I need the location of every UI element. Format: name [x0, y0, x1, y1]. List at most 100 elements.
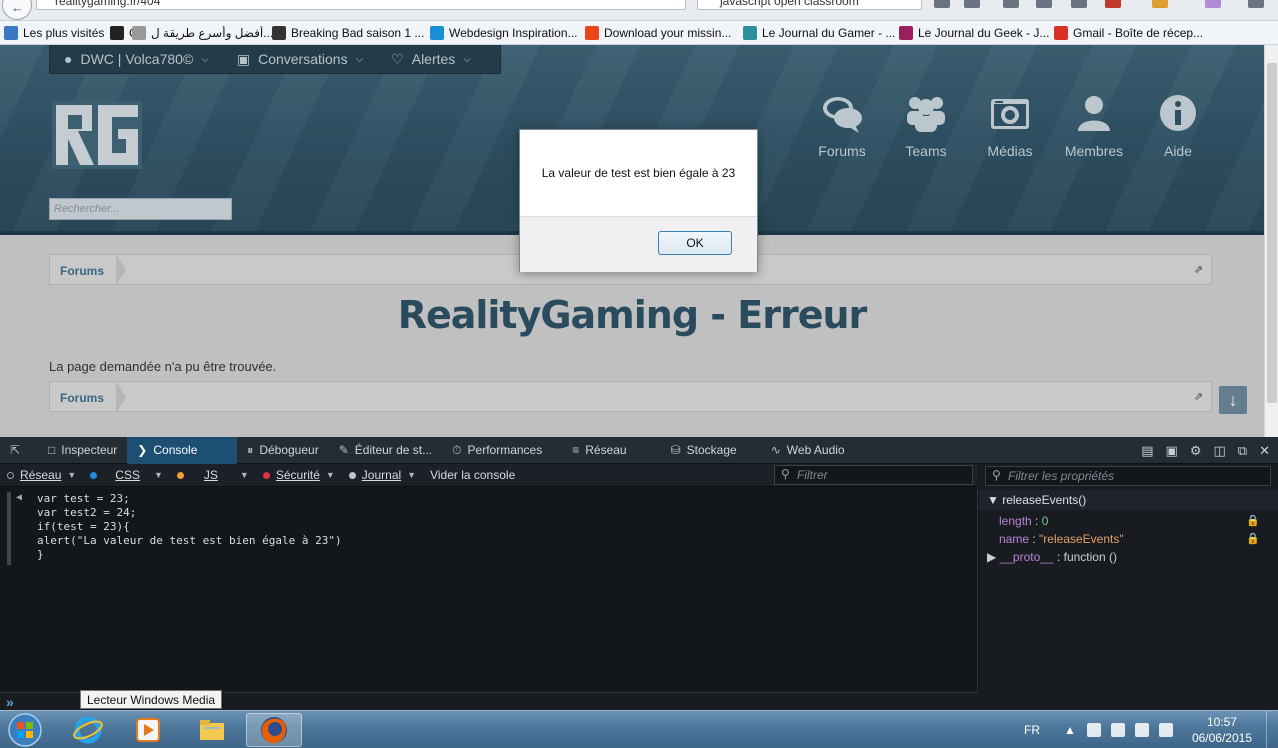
bookmark-label: Le Journal du Gamer - ...: [762, 25, 896, 40]
chevron-down-icon: ▼: [325, 470, 335, 480]
pick-element-button[interactable]: ⇱: [0, 437, 38, 464]
tab-console[interactable]: ❯ Console: [127, 436, 238, 464]
pick-element-icon: ⇱: [10, 443, 21, 457]
start-button[interactable]: [5, 711, 45, 748]
performance-icon: ⏱: [452, 442, 462, 457]
tab-storage[interactable]: ⛁ Stockage: [661, 437, 761, 464]
bookmark-item[interactable]: Breaking Bad saison 1 ...: [272, 25, 430, 40]
filter-security[interactable]: Sécurité ▼: [256, 468, 342, 482]
search-icon: ⚲: [781, 467, 790, 481]
clock[interactable]: 10:57 06/06/2015: [1192, 714, 1252, 746]
console-filter-placeholder: Filtrer: [797, 468, 828, 482]
bookmark-item[interactable]: Le Journal du Geek - J...: [899, 25, 1054, 40]
tab-web-audio[interactable]: ∿ Web Audio: [761, 437, 855, 464]
props-header-label: releaseEvents(): [1002, 493, 1087, 507]
taskbar-internet-explorer[interactable]: [60, 713, 116, 747]
downloads-icon[interactable]: [1003, 0, 1019, 8]
bookmark-label: Le Journal du Geek - J...: [918, 25, 1050, 40]
bookmark-label: Gmail - Boîte de récep...: [1073, 25, 1204, 40]
menu-icon[interactable]: [1248, 0, 1264, 8]
browser-toolbar: realitygaming.fr/404 javascript open cla…: [0, 0, 1278, 21]
properties-filter-placeholder: Filtrer les propriétés: [1008, 469, 1115, 483]
console-output[interactable]: ◀ var test = 23; var test2 = 24; if(test…: [0, 487, 978, 692]
tab-debugger-label: Débogueur: [259, 443, 319, 457]
tab-performance[interactable]: ⏱ Performances: [442, 437, 552, 464]
tab-storage-label: Stockage: [686, 443, 737, 457]
tab-console-label: Console: [153, 443, 198, 457]
properties-filter-input[interactable]: ⚲ Filtrer les propriétés: [985, 466, 1271, 486]
bookmark-label: Les plus visités: [23, 25, 105, 40]
tab-style-editor[interactable]: ✎ Éditeur de st...: [329, 437, 442, 464]
star-icon[interactable]: [934, 0, 950, 8]
bookmark-item[interactable]: Gmail - Boîte de récep...: [1054, 25, 1204, 40]
filter-journal[interactable]: Journal ▼: [342, 468, 423, 482]
bookmark-label: Webdesign Inspiration...: [449, 25, 578, 40]
close-icon[interactable]: ✕: [1259, 443, 1270, 459]
volume-icon[interactable]: [1134, 723, 1149, 737]
bookmark-item[interactable]: Webdesign Inspiration...: [430, 25, 585, 40]
filter-css[interactable]: CSS ▼: [83, 468, 170, 482]
filter-network[interactable]: Réseau ▼: [0, 468, 83, 482]
prop-row[interactable]: name : "releaseEvents": [999, 532, 1124, 546]
gear-icon[interactable]: ⚙: [1190, 443, 1202, 459]
tab-network[interactable]: ≡ Réseau: [552, 437, 660, 464]
alert-dialog: La valeur de test est bien égale à 23 OK: [519, 129, 758, 272]
prop-key: name: [999, 532, 1030, 546]
dock-side-icon[interactable]: ◫: [1214, 443, 1226, 459]
url-field[interactable]: realitygaming.fr/404: [36, 0, 686, 10]
console-filter-input[interactable]: ⚲ Filtrer: [774, 465, 973, 485]
input-arrow-icon: ◀: [16, 492, 23, 503]
c-letter-icon: [110, 25, 124, 40]
tray-chevron-icon[interactable]: ▲: [1064, 723, 1076, 737]
clear-console-button[interactable]: Vider la console: [423, 468, 522, 482]
bookmark-item[interactable]: Le Journal du Gamer - ...: [743, 25, 899, 40]
action-center-icon[interactable]: [1086, 723, 1101, 737]
adblock-icon[interactable]: [1105, 0, 1121, 8]
bookmark-item[interactable]: Les plus visités: [4, 25, 110, 40]
taskbar-firefox[interactable]: [246, 713, 302, 747]
separate-window-icon[interactable]: ⧉: [1238, 443, 1247, 459]
taskbar-tooltip: Lecteur Windows Media: [80, 690, 223, 709]
filter-security-label: Sécurité: [275, 468, 320, 482]
emoji-icon[interactable]: [1152, 0, 1168, 8]
alert-message: La valeur de test est bien égale à 23: [541, 166, 736, 180]
tab-inspector[interactable]: □ Inspecteur: [38, 437, 127, 464]
prop-key: length: [999, 514, 1032, 528]
chat-icon[interactable]: [1071, 0, 1087, 8]
network-icon[interactable]: [1158, 723, 1173, 737]
extension-icon[interactable]: [1205, 0, 1221, 8]
scrollbar-thumb[interactable]: [1267, 63, 1277, 403]
split-console-icon[interactable]: ▤: [1141, 443, 1153, 459]
console-icon: ❯: [137, 443, 148, 457]
prop-row[interactable]: ▶ __proto__ : function (): [987, 550, 1117, 564]
tab-debugger[interactable]: ⏸ Débogueur: [237, 437, 328, 464]
back-button[interactable]: [2, 0, 32, 20]
show-desktop-button[interactable]: [1266, 711, 1278, 748]
bookmark-item[interactable]: أفضل وأسرع طريقة ل...: [132, 25, 272, 40]
reading-list-icon[interactable]: [964, 0, 980, 8]
style-editor-icon: ✎: [338, 443, 349, 457]
home-icon[interactable]: [1036, 0, 1052, 8]
console-entry-code[interactable]: var test = 23; var test2 = 24; if(test =…: [37, 492, 342, 562]
security-dot-icon: [262, 471, 270, 479]
debugger-icon: ⏸: [247, 442, 254, 457]
language-indicator[interactable]: FR: [1024, 723, 1040, 737]
responsive-mode-icon[interactable]: ▣: [1166, 443, 1178, 459]
prop-row[interactable]: length : 0: [999, 514, 1048, 528]
taskbar-media-player[interactable]: [120, 713, 176, 747]
bookmark-item[interactable]: Download your missin...: [585, 25, 743, 40]
filter-journal-label: Journal: [361, 468, 402, 482]
console-filter-bar: Réseau ▼ CSS ▼ JS ▼ Sécurité ▼ Journal ▼ Vide…: [0, 464, 978, 487]
props-header[interactable]: ▼ releaseEvents(): [979, 490, 1278, 510]
filter-js[interactable]: JS ▼: [170, 468, 256, 482]
chevron-down-icon: ▼: [407, 470, 417, 480]
taskbar-file-explorer[interactable]: [184, 713, 240, 747]
ok-button[interactable]: OK: [658, 231, 732, 255]
bookmark-label: Breaking Bad saison 1 ...: [291, 25, 425, 40]
bookmark-item[interactable]: C: [110, 25, 132, 40]
page-scrollbar[interactable]: [1264, 45, 1278, 437]
search-field[interactable]: javascript open classroom: [697, 0, 922, 10]
clear-console-label: Vider la console: [430, 468, 516, 482]
inspector-icon: □: [48, 443, 56, 457]
device-icon[interactable]: [1110, 723, 1125, 737]
